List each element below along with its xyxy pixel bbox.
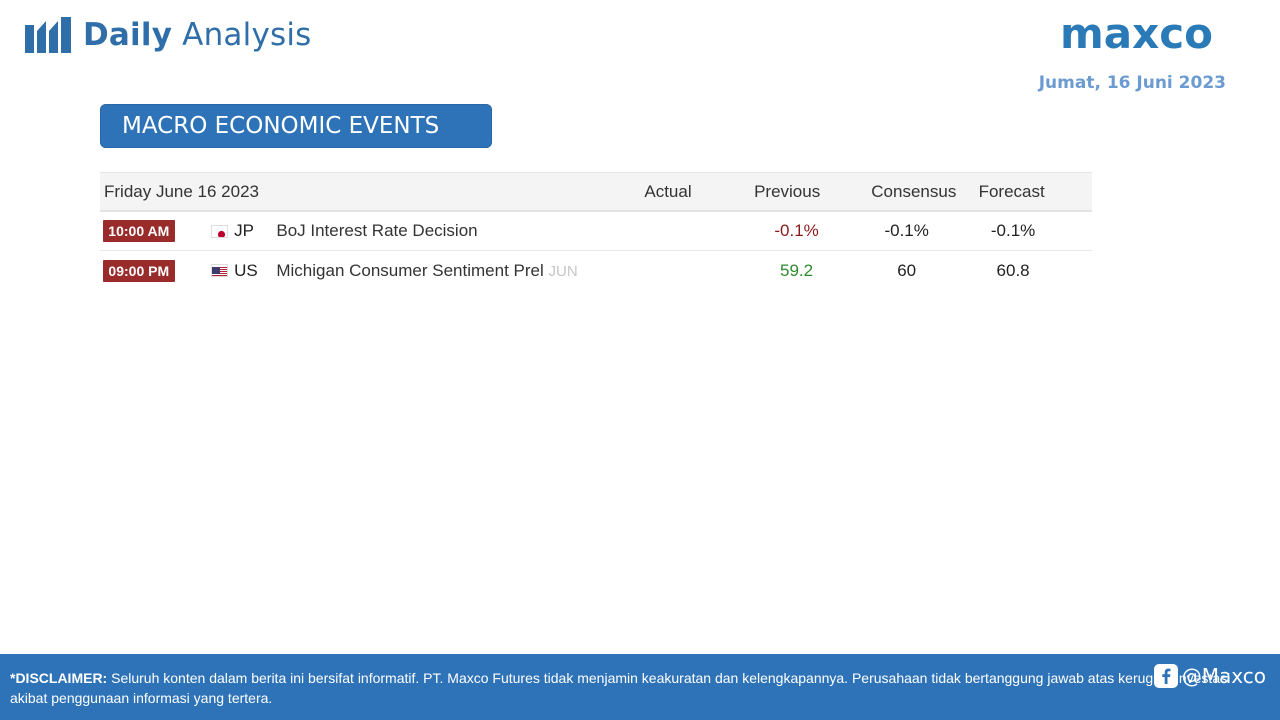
forecast-value: -0.1% xyxy=(990,221,1036,240)
header-consensus: Consensus xyxy=(871,181,957,201)
previous-value: -0.1% xyxy=(774,221,819,240)
event-title: Michigan Consumer Sentiment Prel xyxy=(276,260,544,280)
brand-title-light: Analysis xyxy=(172,17,312,53)
event-title: BoJ Interest Rate Decision xyxy=(276,221,478,240)
calendar-header: Friday June 16 2023 Actual Previous Cons… xyxy=(100,172,1092,212)
maxco-logo: maxco xyxy=(1060,12,1213,56)
consensus-value: -0.1% xyxy=(884,221,929,240)
bar-chart-icon xyxy=(25,17,71,53)
consensus-value: 60 xyxy=(897,260,917,280)
japan-flag-icon xyxy=(210,224,229,238)
brand-title-bold: Daily xyxy=(83,17,173,53)
section-title: MACRO ECONOMIC EVENTS xyxy=(100,104,492,148)
header-actual: Actual xyxy=(644,181,692,201)
disclaimer-label: *DISCLAIMER: xyxy=(10,670,108,686)
facebook-icon xyxy=(1153,664,1178,688)
time-badge: 10:00 AM xyxy=(103,220,175,242)
header-date: Friday June 16 2023 xyxy=(104,181,259,201)
country-code: JP xyxy=(234,221,254,240)
usa-flag-icon xyxy=(210,264,229,277)
maxco-logo-text: maxco xyxy=(1060,12,1213,56)
event-period: JUN xyxy=(548,262,578,280)
table-row[interactable]: 09:00 PM US Michigan Consumer Sentiment … xyxy=(100,251,1092,290)
social-handle-text: @Maxco xyxy=(1181,664,1266,688)
forecast-value: 60.8 xyxy=(996,260,1030,280)
time-badge: 09:00 PM xyxy=(103,259,175,282)
economic-calendar: Friday June 16 2023 Actual Previous Cons… xyxy=(100,172,1092,290)
table-row[interactable]: 10:00 AM JP BoJ Interest Rate Decision -… xyxy=(100,212,1092,251)
social-handle[interactable]: @Maxco xyxy=(1153,664,1266,688)
previous-value: 59.2 xyxy=(780,260,814,280)
event-name[interactable]: Michigan Consumer Sentiment Prel JUN xyxy=(276,261,645,281)
header-previous: Previous xyxy=(754,181,821,201)
disclaimer-footer: *DISCLAIMER: Seluruh konten dalam berita… xyxy=(0,654,1280,720)
report-date: Jumat, 16 Juni 2023 xyxy=(1038,73,1226,93)
disclaimer-text: Seluruh konten dalam berita ini bersifat… xyxy=(10,670,1231,706)
country-code: US xyxy=(234,260,258,280)
brand-title: Daily Analysis xyxy=(83,17,312,53)
event-name[interactable]: BoJ Interest Rate Decision xyxy=(276,221,645,241)
header-forecast: Forecast xyxy=(978,181,1045,201)
brand: Daily Analysis xyxy=(25,15,312,55)
